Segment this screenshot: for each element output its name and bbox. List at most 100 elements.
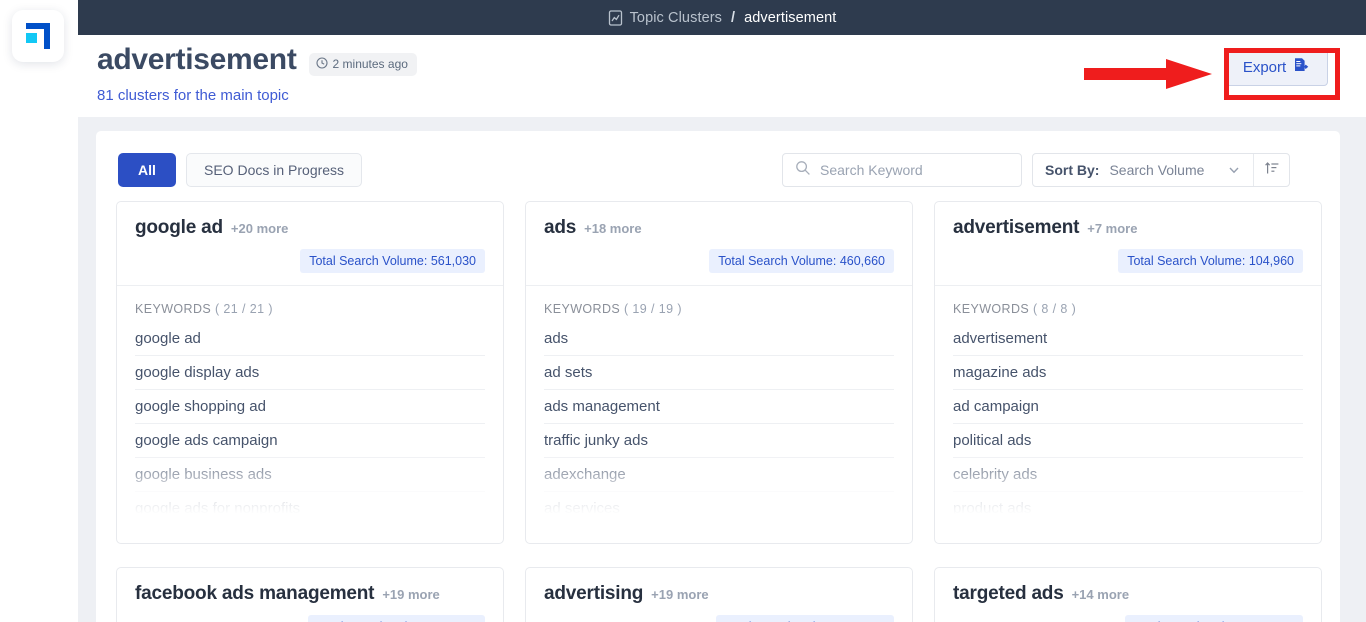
filter-chip-group: All SEO Docs in Progress (118, 153, 362, 187)
cluster-card[interactable]: advertising +19 more Total Search Volume: … (525, 567, 913, 622)
volume-row: Total Search Volume: 87,210 (544, 615, 894, 622)
left-rail (0, 0, 78, 622)
cluster-card[interactable]: ads +18 more Total Search Volume: 460,660 K… (525, 201, 913, 544)
volume-row: Total Search Volume: 76,150 (953, 615, 1303, 622)
sort-ascending-icon (1264, 160, 1280, 181)
timestamp-label: 2 minutes ago (333, 57, 408, 71)
cluster-more-count[interactable]: +18 more (584, 221, 641, 236)
cluster-card[interactable]: google ad +20 more Total Search Volume: 56… (116, 201, 504, 544)
cluster-card[interactable]: advertisement +7 more Total Search Volume:… (934, 201, 1322, 544)
cluster-card[interactable]: facebook ads management +19 more Total Sea… (116, 567, 504, 622)
keyword-item[interactable]: ads management (544, 390, 894, 424)
export-area: Export (1224, 48, 1328, 86)
red-arrow-icon (1084, 56, 1214, 92)
cluster-card-header: advertising +19 more Total Search Volume: … (526, 568, 912, 622)
title-row: advertisement 2 minutes ago (97, 43, 417, 77)
cluster-title-line: facebook ads management +19 more (135, 583, 485, 605)
total-search-volume-badge: Total Search Volume: 96,110 (308, 615, 485, 622)
keywords-count: ( 21 / 21 ) (215, 302, 273, 316)
breadcrumb-current: advertisement (744, 10, 836, 26)
cluster-title-line: ads +18 more (544, 217, 894, 239)
total-search-volume-badge: Total Search Volume: 460,660 (709, 249, 894, 273)
keywords-label: KEYWORDS (135, 302, 211, 316)
cluster-card-grid: google ad +20 more Total Search Volume: 56… (116, 201, 1324, 622)
logo-mark-icon (23, 21, 53, 51)
keyword-list: google adgoogle display adsgoogle shoppi… (117, 322, 503, 526)
keyword-list: adsad setsads managementtraffic junky ad… (526, 322, 912, 526)
search-input[interactable] (820, 162, 1000, 178)
cluster-card-header: advertisement +7 more Total Search Volume:… (935, 202, 1321, 286)
keyword-item[interactable]: advertisement (953, 322, 1303, 356)
clock-icon (316, 57, 328, 72)
cluster-title: ads (544, 217, 576, 239)
sort-dropdown[interactable]: Sort By: Search Volume (1033, 154, 1253, 186)
keyword-item[interactable]: traffic junky ads (544, 424, 894, 458)
cluster-more-count[interactable]: +19 more (651, 587, 708, 602)
keyword-item[interactable]: google business ads (135, 458, 485, 492)
filter-chip-seo-docs-in-progress[interactable]: SEO Docs in Progress (186, 153, 362, 187)
cluster-title: advertisement (953, 217, 1079, 239)
breadcrumb-root[interactable]: Topic Clusters (630, 10, 722, 26)
page-title: advertisement (97, 43, 297, 77)
cluster-card-header: targeted ads+14 more Total Search Volume:… (935, 568, 1321, 622)
breadcrumb-separator: / (731, 10, 735, 26)
keywords-header: KEYWORDS ( 21 / 21 ) (117, 286, 503, 316)
cluster-more-count[interactable]: +7 more (1087, 221, 1137, 236)
keyword-item[interactable]: political ads (953, 424, 1303, 458)
chart-document-icon (608, 10, 623, 26)
keywords-label: KEYWORDS (953, 302, 1029, 316)
clusters-panel: All SEO Docs in Progress Sort By: Search… (96, 131, 1340, 622)
cluster-card[interactable]: targeted ads+14 more Total Search Volume:… (934, 567, 1322, 622)
total-search-volume-badge: Total Search Volume: 561,030 (300, 249, 485, 273)
keyword-item[interactable]: google ad (135, 322, 485, 356)
keyword-item[interactable]: adexchange (544, 458, 894, 492)
cluster-title-line: targeted ads+14 more (953, 583, 1303, 605)
keyword-item[interactable]: google ads campaign (135, 424, 485, 458)
keyword-item[interactable]: product ads (953, 492, 1303, 526)
file-export-icon (1293, 57, 1309, 77)
cluster-title: google ad (135, 217, 223, 239)
keyword-item[interactable]: google shopping ad (135, 390, 485, 424)
keyword-item[interactable]: ads (544, 322, 894, 356)
keyword-item[interactable]: google ads for nonprofits (135, 492, 485, 526)
cluster-more-count[interactable]: +14 more (1072, 587, 1129, 602)
filter-chip-all[interactable]: All (118, 153, 176, 187)
volume-row: Total Search Volume: 104,960 (953, 249, 1303, 273)
cluster-title: facebook ads management (135, 583, 374, 605)
keyword-item[interactable]: ad sets (544, 356, 894, 390)
export-button[interactable]: Export (1224, 48, 1328, 86)
cluster-more-count[interactable]: +20 more (231, 221, 288, 236)
chevron-down-icon (1227, 163, 1241, 177)
sort-selected-value: Search Volume (1109, 162, 1217, 178)
keywords-header: KEYWORDS ( 8 / 8 ) (935, 286, 1321, 316)
search-keyword-box[interactable] (782, 153, 1022, 187)
keyword-item[interactable]: ad services (544, 492, 894, 526)
export-button-label: Export (1243, 59, 1286, 76)
cluster-card-header: google ad +20 more Total Search Volume: 56… (117, 202, 503, 286)
volume-row: Total Search Volume: 96,110 (135, 615, 485, 622)
search-icon (795, 160, 811, 181)
sort-order-button[interactable] (1253, 154, 1289, 186)
sort-by-label: Sort By: (1045, 162, 1099, 178)
cluster-title: advertising (544, 583, 643, 605)
keywords-label: KEYWORDS (544, 302, 620, 316)
keywords-count: ( 8 / 8 ) (1033, 302, 1076, 316)
timestamp-badge: 2 minutes ago (309, 53, 417, 76)
keyword-item[interactable]: ad campaign (953, 390, 1303, 424)
volume-row: Total Search Volume: 561,030 (135, 249, 485, 273)
total-search-volume-badge: Total Search Volume: 104,960 (1118, 249, 1303, 273)
top-navigation-bar: Topic Clusters / advertisement (78, 0, 1366, 35)
keywords-header: KEYWORDS ( 19 / 19 ) (526, 286, 912, 316)
sort-control: Sort By: Search Volume (1032, 153, 1290, 187)
keyword-list: advertisementmagazine adsad campaignpoli… (935, 322, 1321, 526)
keyword-item[interactable]: magazine ads (953, 356, 1303, 390)
cluster-title-line: google ad +20 more (135, 217, 485, 239)
cluster-more-count[interactable]: +19 more (382, 587, 439, 602)
page-subtitle: 81 clusters for the main topic (97, 87, 289, 104)
cluster-card-header: ads +18 more Total Search Volume: 460,660 (526, 202, 912, 286)
app-logo[interactable] (12, 10, 64, 62)
keyword-item[interactable]: google display ads (135, 356, 485, 390)
clusters-toolbar: All SEO Docs in Progress Sort By: Search… (96, 131, 1340, 209)
cluster-title-line: advertising +19 more (544, 583, 894, 605)
keyword-item[interactable]: celebrity ads (953, 458, 1303, 492)
